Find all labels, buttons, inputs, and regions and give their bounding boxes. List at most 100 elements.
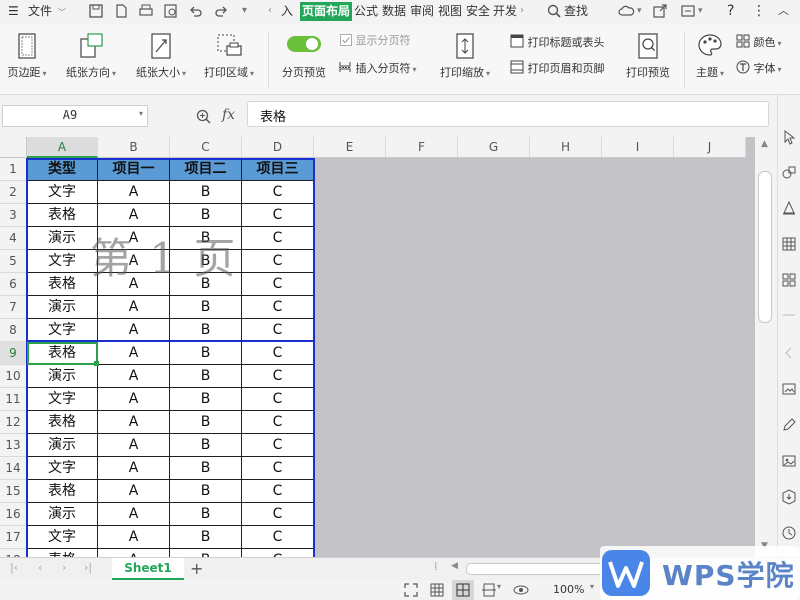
column-header-i[interactable]: I xyxy=(602,137,674,158)
fullscreen-icon[interactable] xyxy=(404,583,418,597)
print-preview-icon[interactable] xyxy=(163,3,179,19)
row-header-16[interactable]: 16 xyxy=(0,503,27,526)
table-cell[interactable]: A xyxy=(98,411,170,434)
cloud-icon[interactable] xyxy=(618,3,636,19)
zoom-formula-icon[interactable] xyxy=(196,109,212,125)
view-dropdown-icon[interactable]: ▾ xyxy=(497,582,501,591)
row-header-9[interactable]: 9 xyxy=(0,342,27,365)
select-cursor-icon[interactable] xyxy=(781,129,797,145)
table-cell[interactable]: B xyxy=(170,181,242,204)
formula-input[interactable]: 表格 xyxy=(247,101,769,127)
table-cell[interactable]: A xyxy=(98,181,170,204)
row-header-17[interactable]: 17 xyxy=(0,526,27,549)
zoom-level[interactable]: 100% xyxy=(553,583,584,596)
table-cell[interactable]: B xyxy=(170,365,242,388)
table-cell[interactable]: C xyxy=(242,227,314,250)
tab-review[interactable]: 审阅 xyxy=(409,2,435,21)
print-area-button[interactable]: 打印区域 ▾ xyxy=(198,32,260,80)
next-sheet-icon[interactable]: › xyxy=(62,561,66,574)
table-cell[interactable]: B xyxy=(170,296,242,319)
row-header-14[interactable]: 14 xyxy=(0,457,27,480)
table-cell[interactable]: A xyxy=(98,250,170,273)
table-cell[interactable]: B xyxy=(170,503,242,526)
table-cell[interactable]: B xyxy=(170,227,242,250)
save-icon[interactable] xyxy=(88,3,104,19)
insert-page-break-button[interactable]: 插入分页符 ▾ xyxy=(338,60,417,78)
table-icon[interactable] xyxy=(781,236,797,252)
row-header-12[interactable]: 12 xyxy=(0,411,27,434)
table-cell[interactable]: C xyxy=(242,480,314,503)
table-cell[interactable]: C xyxy=(242,273,314,296)
table-cell[interactable]: C xyxy=(242,549,314,557)
collaborate-dropdown-icon[interactable]: ▾ xyxy=(698,0,703,22)
table-cell[interactable]: 演示 xyxy=(27,434,98,457)
row-header-15[interactable]: 15 xyxy=(0,480,27,503)
search-icon[interactable] xyxy=(547,4,561,18)
table-cell[interactable]: 文字 xyxy=(27,457,98,480)
table-cell[interactable]: A xyxy=(98,342,170,365)
column-header-a[interactable]: A xyxy=(27,137,98,158)
table-cell[interactable]: 演示 xyxy=(27,227,98,250)
table-cell[interactable]: 表格 xyxy=(27,204,98,227)
table-cell[interactable]: C xyxy=(242,250,314,273)
tab-split-handle[interactable]: ⁞ xyxy=(434,560,438,573)
quick-access-dropdown-icon[interactable]: ▾ xyxy=(242,0,247,22)
print-icon[interactable] xyxy=(138,3,154,19)
export-pdf-icon[interactable] xyxy=(113,3,129,19)
tab-scroll-left-icon[interactable]: ‹ xyxy=(268,0,272,22)
table-cell[interactable]: B xyxy=(170,388,242,411)
table-cell[interactable]: A xyxy=(98,296,170,319)
table-cell[interactable]: C xyxy=(242,388,314,411)
eye-protection-icon[interactable] xyxy=(513,583,529,597)
vertical-scroll-thumb[interactable] xyxy=(758,171,772,323)
table-cell[interactable]: A xyxy=(98,434,170,457)
row-header-7[interactable]: 7 xyxy=(0,296,27,319)
show-page-breaks-checkbox[interactable]: 显示分页符 xyxy=(340,32,411,50)
fx-icon[interactable]: fx xyxy=(222,107,235,123)
row-header-13[interactable]: 13 xyxy=(0,434,27,457)
table-cell[interactable]: B xyxy=(170,434,242,457)
file-menu[interactable]: 文件 ﹀ xyxy=(28,0,66,22)
table-cell[interactable]: C xyxy=(242,503,314,526)
normal-view-icon[interactable] xyxy=(430,583,444,597)
table-cell[interactable]: 演示 xyxy=(27,503,98,526)
tab-page-layout[interactable]: 页面布局 xyxy=(300,2,352,21)
table-cell[interactable]: A xyxy=(98,204,170,227)
column-header-h[interactable]: H xyxy=(530,137,602,158)
tab-view[interactable]: 视图 xyxy=(437,2,463,21)
table-cell[interactable]: B xyxy=(170,342,242,365)
collapse-pane-icon[interactable] xyxy=(781,345,797,361)
table-header-cell[interactable]: 项目二 xyxy=(170,158,242,181)
table-cell[interactable]: A xyxy=(98,388,170,411)
table-cell[interactable]: B xyxy=(170,549,242,557)
table-header-cell[interactable]: 类型 xyxy=(27,158,98,181)
table-cell[interactable]: A xyxy=(98,227,170,250)
table-cell[interactable]: 表格 xyxy=(27,411,98,434)
table-cell[interactable]: A xyxy=(98,365,170,388)
image-tools-icon[interactable] xyxy=(781,381,797,397)
fill-handle[interactable] xyxy=(94,361,99,366)
help-icon[interactable]: ? xyxy=(727,0,734,22)
tab-scroll-right-icon[interactable]: › xyxy=(520,0,524,22)
tab-data[interactable]: 数据 xyxy=(381,2,407,21)
margins-button[interactable]: 页边距 ▾ xyxy=(4,32,50,80)
table-cell[interactable]: 表格 xyxy=(27,273,98,296)
more-icon[interactable]: ⋮ xyxy=(752,0,766,22)
table-cell[interactable]: B xyxy=(170,319,242,342)
table-cell[interactable]: A xyxy=(98,503,170,526)
table-cell[interactable]: 演示 xyxy=(27,296,98,319)
table-cell[interactable]: B xyxy=(170,204,242,227)
row-header-11[interactable]: 11 xyxy=(0,388,27,411)
table-cell[interactable]: 文字 xyxy=(27,250,98,273)
column-header-c[interactable]: C xyxy=(170,137,242,158)
hamburger-icon[interactable]: ☰ xyxy=(8,0,19,22)
zoom-dropdown-icon[interactable]: ▾ xyxy=(590,582,594,591)
fonts-button[interactable]: 字体 ▾ xyxy=(736,60,782,78)
colors-button[interactable]: 颜色 ▾ xyxy=(736,34,782,52)
table-cell[interactable]: B xyxy=(170,411,242,434)
page-break-preview-button[interactable]: 分页预览 xyxy=(276,34,332,80)
sheet-tab-sheet1[interactable]: Sheet1 xyxy=(112,558,184,580)
paper-size-button[interactable]: 纸张大小 ▾ xyxy=(130,32,192,80)
first-sheet-icon[interactable]: |‹ xyxy=(10,561,18,574)
row-header-5[interactable]: 5 xyxy=(0,250,27,273)
